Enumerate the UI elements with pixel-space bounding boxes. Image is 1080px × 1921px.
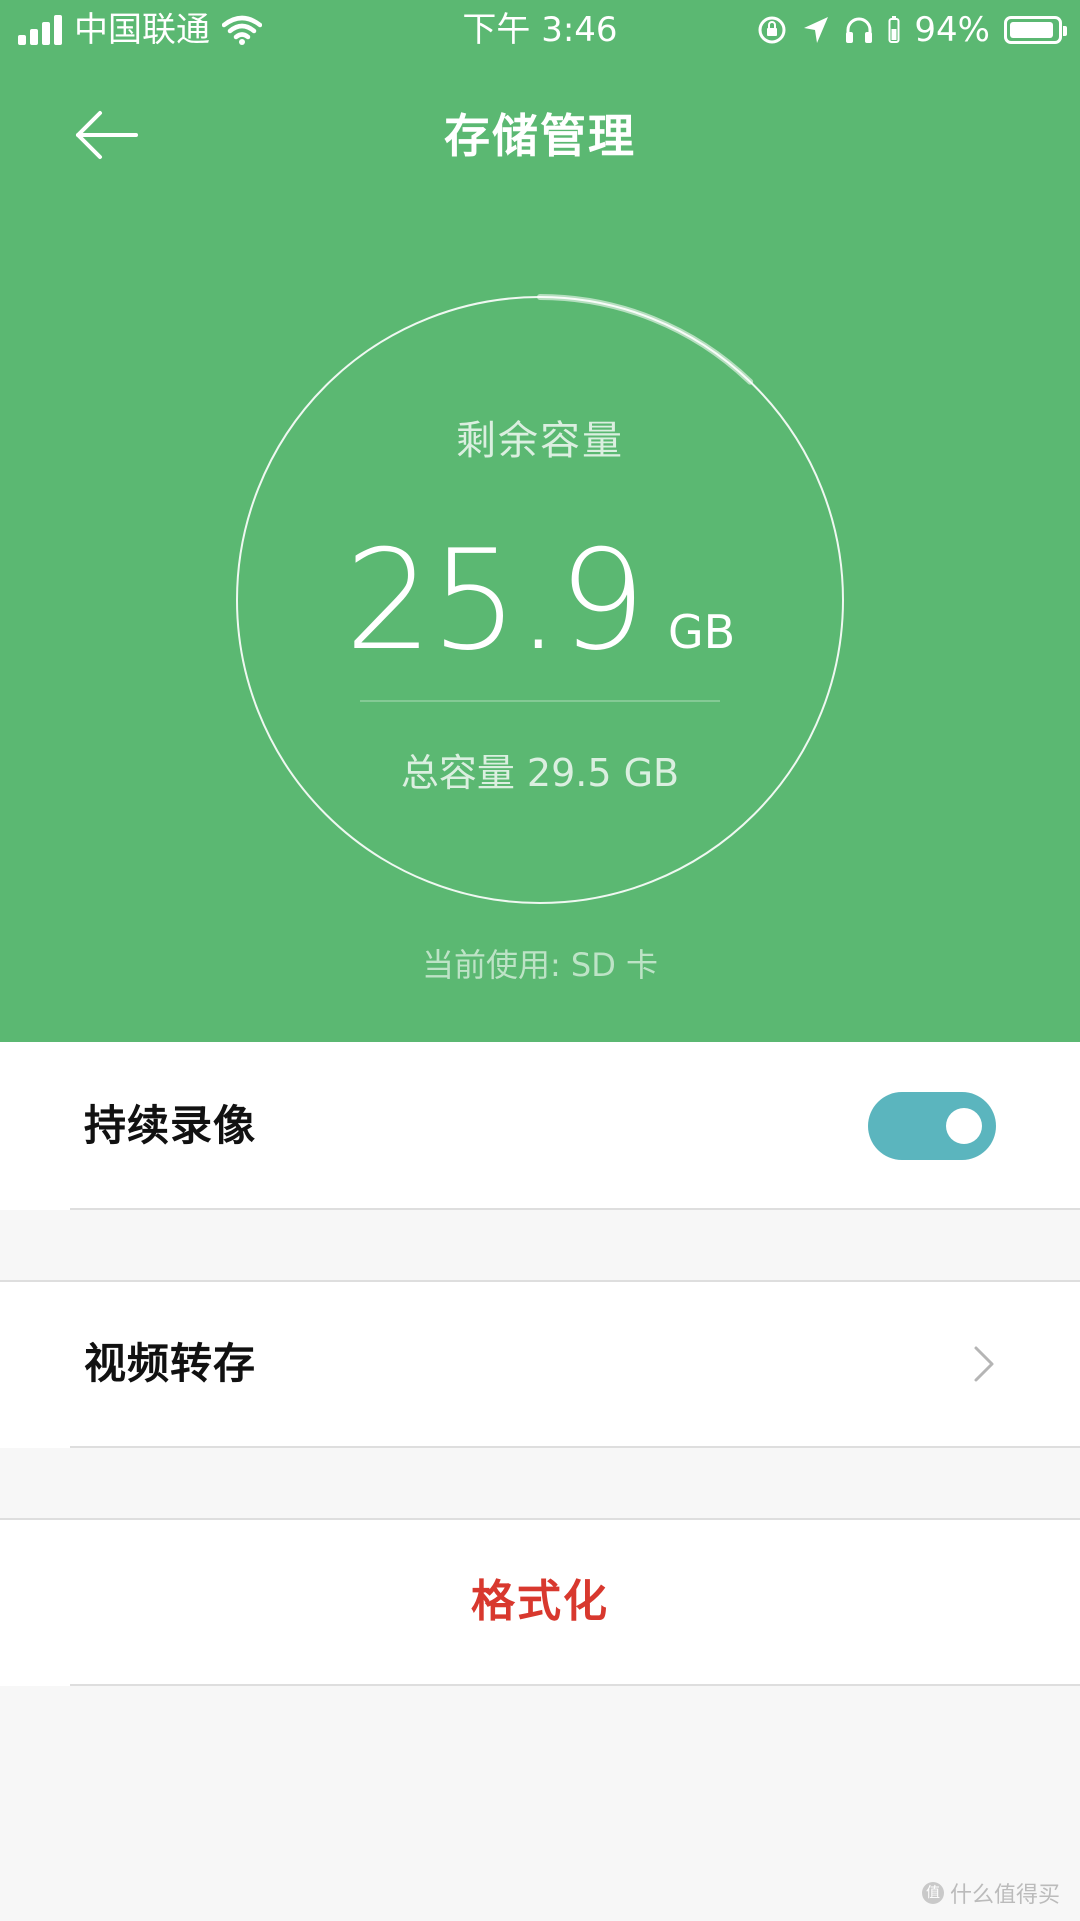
remaining-capacity-label: 剩余容量 bbox=[456, 418, 624, 464]
chevron-right-icon bbox=[974, 1346, 994, 1382]
status-right: 94% bbox=[756, 0, 1067, 60]
battery-percent: 94% bbox=[914, 10, 990, 50]
row-separator bbox=[70, 1684, 1080, 1686]
status-bar: 中国联通 下午 3:46 94% bbox=[0, 0, 1080, 60]
watermark-text: 什么值得买 bbox=[949, 1883, 1060, 1908]
current-storage-source: 当前使用: SD 卡 bbox=[421, 946, 659, 984]
toggle-knob bbox=[946, 1108, 982, 1144]
orientation-lock-icon bbox=[758, 16, 786, 44]
row-separator bbox=[70, 1208, 1080, 1210]
video-transfer-row[interactable]: 视频转存 bbox=[0, 1280, 1080, 1448]
location-icon bbox=[804, 17, 829, 43]
storage-used-arc bbox=[537, 294, 754, 385]
row-separator bbox=[70, 1446, 1080, 1448]
remaining-capacity-value: 25.9 bbox=[344, 520, 646, 681]
watermark: 值 什么值得买 bbox=[921, 1877, 1060, 1909]
headphones-icon bbox=[846, 17, 873, 43]
continuous-recording-row: 持续录像 bbox=[0, 1042, 1080, 1210]
total-capacity: 总容量 29.5 GB bbox=[400, 751, 680, 795]
remaining-capacity-unit: GB bbox=[668, 605, 736, 659]
ring-divider bbox=[360, 700, 720, 702]
format-row[interactable]: 格式化 bbox=[0, 1518, 1080, 1686]
video-transfer-label: 视频转存 bbox=[84, 1339, 257, 1388]
remaining-capacity: 25.9 GB bbox=[0, 520, 1080, 681]
format-button[interactable]: 格式化 bbox=[0, 1518, 1080, 1686]
battery-icon bbox=[1004, 16, 1067, 44]
continuous-recording-label: 持续录像 bbox=[84, 1101, 257, 1150]
watermark-logo-icon: 值 bbox=[921, 1882, 944, 1904]
headphone-battery-icon bbox=[888, 16, 900, 43]
continuous-recording-toggle[interactable] bbox=[868, 1092, 996, 1160]
page-title: 存储管理 bbox=[444, 109, 636, 163]
